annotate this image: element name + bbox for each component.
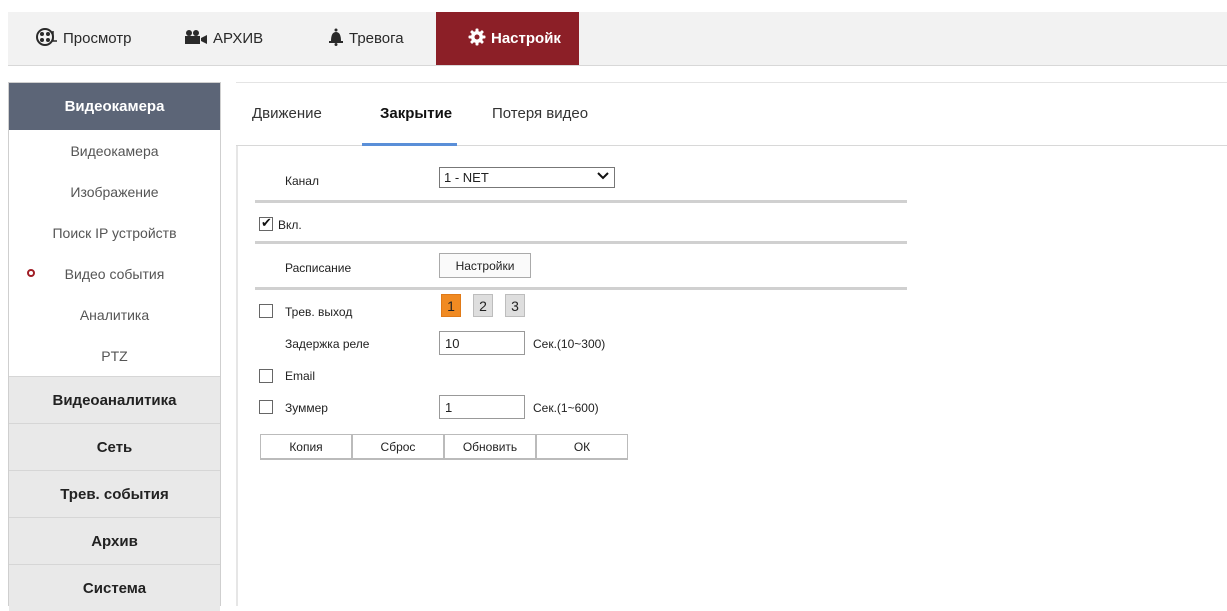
active-tab-indicator xyxy=(362,143,457,146)
alarm-out-channel-1[interactable]: 1 xyxy=(441,294,461,317)
tab-video-loss[interactable]: Потеря видео xyxy=(492,105,588,122)
alarm-out-channel-2[interactable]: 2 xyxy=(473,294,493,317)
sidebar-item-ip-search[interactable]: Поиск IP устройств xyxy=(9,212,220,253)
alarm-out-checkbox[interactable] xyxy=(259,304,273,318)
sidebar-section-video-analytics[interactable]: Видеоаналитика xyxy=(9,376,220,423)
nav-archive-label: АРХИВ xyxy=(213,30,264,47)
buzzer-input[interactable]: 1 xyxy=(439,395,525,419)
nav-settings-label: Настройк xyxy=(491,30,561,47)
nav-alarm-label: Тревога xyxy=(349,30,404,47)
buzzer-checkbox[interactable] xyxy=(259,400,273,414)
tab-bar: Движение Закрытие Потеря видео xyxy=(236,82,1227,146)
sidebar-item-ptz[interactable]: PTZ xyxy=(9,335,220,376)
sidebar: Видеокамера Видеокамера Изображение Поис… xyxy=(8,82,221,611)
video-camera-icon xyxy=(184,29,208,49)
sidebar-section-alarm-events[interactable]: Трев. события xyxy=(9,470,220,517)
sidebar-section-system[interactable]: Система xyxy=(9,564,220,611)
sidebar-item-analytics[interactable]: Аналитика xyxy=(9,294,220,335)
nav-preview-label: Просмотр xyxy=(63,30,132,47)
active-dot-icon xyxy=(27,269,35,277)
relay-delay-input[interactable]: 10 xyxy=(439,331,525,355)
email-label: Email xyxy=(285,369,316,383)
buzzer-hint: Сек.(1~600) xyxy=(533,401,599,415)
schedule-settings-button[interactable]: Настройки xyxy=(439,253,531,278)
schedule-label: Расписание xyxy=(285,261,352,275)
relay-delay-label: Задержка реле xyxy=(285,337,370,351)
refresh-button[interactable]: Обновить xyxy=(444,434,536,460)
bell-icon xyxy=(328,28,344,50)
channel-select-value: 1 - NET xyxy=(444,170,489,185)
enable-label: Вкл. xyxy=(278,218,302,232)
ok-button[interactable]: ОК xyxy=(536,434,628,460)
nav-alarm[interactable]: Тревога xyxy=(328,12,428,65)
sidebar-header[interactable]: Видеокамера xyxy=(9,83,220,130)
divider xyxy=(255,241,907,244)
tab-cover[interactable]: Закрытие xyxy=(380,105,452,122)
chevron-down-icon xyxy=(597,170,609,184)
buzzer-label: Зуммер xyxy=(285,401,328,415)
channel-label: Канал xyxy=(285,174,319,188)
sidebar-item-camera[interactable]: Видеокамера xyxy=(9,130,220,171)
sidebar-item-image[interactable]: Изображение xyxy=(9,171,220,212)
top-navigation: Просмотр АРХИВ Тревога Настройк xyxy=(8,12,1227,66)
sidebar-item-video-events[interactable]: Видео события xyxy=(9,253,220,294)
channel-select[interactable]: 1 - NET xyxy=(439,167,615,188)
sidebar-section-archive[interactable]: Архив xyxy=(9,517,220,564)
content-border xyxy=(236,146,238,606)
divider xyxy=(255,200,907,203)
reset-button[interactable]: Сброс xyxy=(352,434,444,460)
camera-grid-icon xyxy=(36,27,58,51)
nav-archive[interactable]: АРХИВ xyxy=(184,12,294,65)
nav-preview[interactable]: Просмотр xyxy=(36,12,156,65)
alarm-out-channel-3[interactable]: 3 xyxy=(505,294,525,317)
copy-button[interactable]: Копия xyxy=(260,434,352,460)
alarm-out-label: Трев. выход xyxy=(285,305,353,319)
enable-checkbox[interactable] xyxy=(259,215,273,231)
sidebar-item-video-events-label: Видео события xyxy=(64,265,165,282)
tab-motion[interactable]: Движение xyxy=(252,105,322,122)
sidebar-section-network[interactable]: Сеть xyxy=(9,423,220,470)
gear-icon xyxy=(468,28,486,50)
relay-delay-hint: Сек.(10~300) xyxy=(533,337,606,351)
email-checkbox[interactable] xyxy=(259,369,273,383)
divider xyxy=(255,287,907,290)
nav-settings[interactable]: Настройк xyxy=(436,12,579,65)
